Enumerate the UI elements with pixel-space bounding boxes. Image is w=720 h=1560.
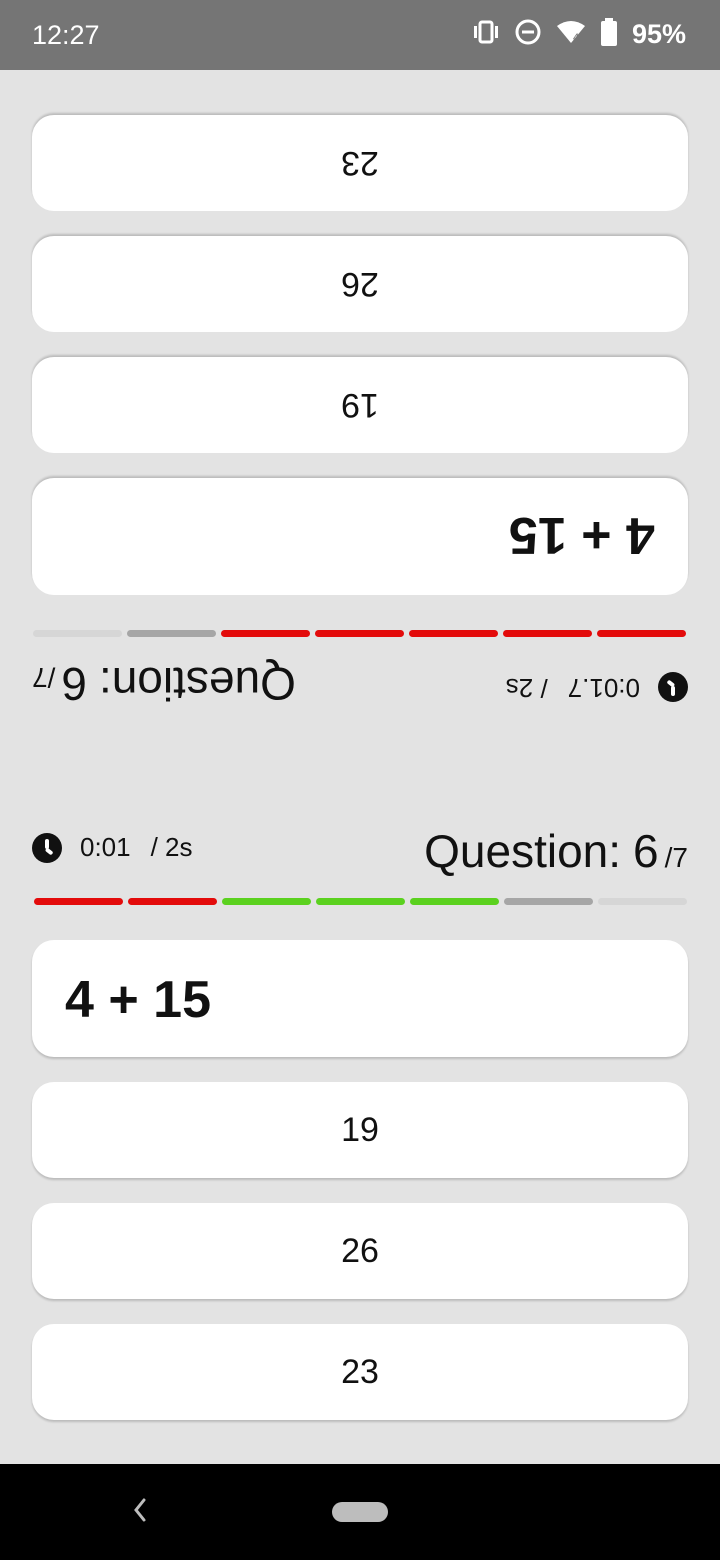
question-counter: Question: 6 /7 <box>424 824 688 878</box>
answer-button-2[interactable]: 26 <box>32 1203 688 1299</box>
timer-limit: / 2s <box>150 832 193 862</box>
answer-button-3[interactable]: 23 <box>32 115 688 211</box>
progress-segment-current <box>504 898 593 905</box>
progress-segment-correct <box>222 898 311 905</box>
status-bar: 12:27 4 95% <box>0 0 720 70</box>
vibrate-icon <box>472 19 500 50</box>
clock-icon <box>658 672 688 703</box>
question-total: /7 <box>32 662 56 693</box>
progress-segment-wrong <box>315 630 404 637</box>
question-counter: Question: 6 /7 <box>32 657 296 711</box>
question-card: 4 + 15 <box>32 478 688 595</box>
answer-button-1[interactable]: 19 <box>32 357 688 453</box>
question-expression: 4 + 15 <box>65 971 212 1029</box>
progress-segment-pending <box>598 898 687 905</box>
answer-button-1[interactable]: 19 <box>32 1082 688 1178</box>
player-top-header: 0:01.7 / 2s Question: 6 /7 <box>32 655 688 715</box>
player-bottom-panel: 0:01 / 2s Question: 6 /7 4 + 15 19 26 23 <box>0 770 720 1460</box>
timer-limit: / 2s <box>505 673 548 703</box>
player-top-timer: 0:01.7 / 2s <box>506 672 688 703</box>
question-expression: 4 + 15 <box>508 506 655 564</box>
progress-segment-correct <box>316 898 405 905</box>
question-label: Question: <box>424 825 622 877</box>
progress-segment-wrong <box>409 630 498 637</box>
question-current: 6 <box>633 825 659 877</box>
progress-segment-wrong <box>34 898 123 905</box>
answer-button-3[interactable]: 23 <box>32 1324 688 1420</box>
battery-percent: 95% <box>631 19 686 49</box>
home-pill-icon[interactable] <box>332 1502 388 1522</box>
timer-elapsed: 0:01.7 <box>567 673 640 703</box>
back-icon[interactable] <box>130 1496 150 1532</box>
progress-bar <box>33 630 686 637</box>
clock-icon <box>32 832 62 863</box>
question-label: Question: <box>98 658 296 710</box>
status-time: 12:27 <box>32 20 100 50</box>
progress-bar <box>34 898 687 905</box>
battery-icon <box>600 18 618 51</box>
svg-text:4: 4 <box>573 32 579 44</box>
question-current: 6 <box>61 658 87 710</box>
question-card: 4 + 15 <box>32 940 688 1057</box>
progress-segment-wrong <box>503 630 592 637</box>
do-not-disturb-icon <box>514 18 542 51</box>
progress-segment-wrong <box>597 630 686 637</box>
player-top-panel: 0:01.7 / 2s Question: 6 /7 4 + 15 19 26 … <box>0 75 720 765</box>
status-icons: 4 95% <box>472 18 686 51</box>
progress-segment-current <box>127 630 216 637</box>
progress-segment-wrong <box>221 630 310 637</box>
player-bottom-header: 0:01 / 2s Question: 6 /7 <box>32 820 688 880</box>
progress-segment-correct <box>410 898 499 905</box>
progress-segment-wrong <box>128 898 217 905</box>
answer-button-2[interactable]: 26 <box>32 236 688 332</box>
timer-elapsed: 0:01 <box>80 832 131 862</box>
navigation-bar <box>0 1464 720 1560</box>
wifi-icon: 4 <box>556 19 586 50</box>
progress-segment-pending <box>33 630 122 637</box>
player-bottom-timer: 0:01 / 2s <box>32 832 193 863</box>
question-total: /7 <box>664 842 688 873</box>
